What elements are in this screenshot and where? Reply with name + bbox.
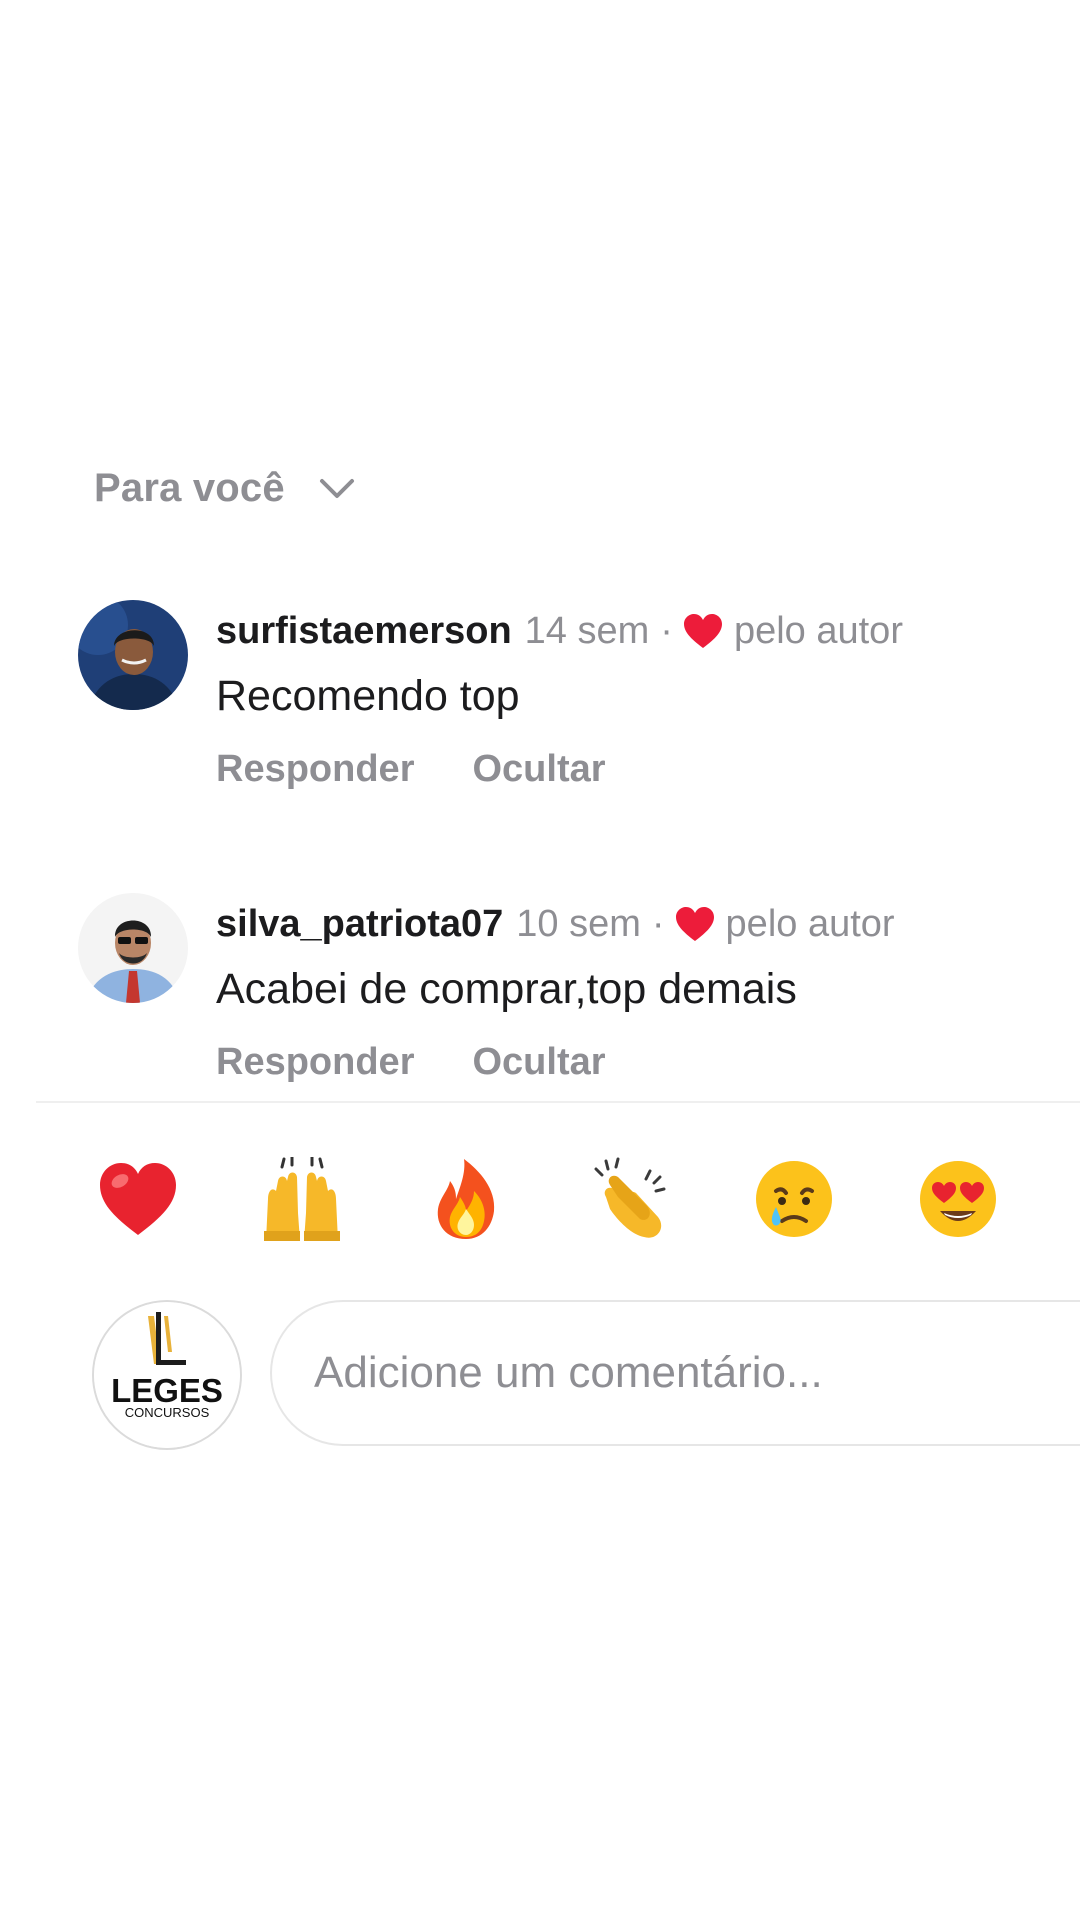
reply-button[interactable]: Responder [216,1041,414,1084]
comments-sheet: Para você surfistaemerson 14 sem · pelo … [0,0,1080,1920]
sort-label: Para você [94,466,285,510]
comment-meta: surfistaemerson 14 sem · pelo autor [216,608,903,654]
divider [36,1101,1080,1103]
comment-text: Acabei de comprar,top demais [216,965,797,1013]
comment-time: 10 sem [516,903,641,945]
comment-actions: Responder Ocultar [216,748,606,791]
chevron-down-icon [319,478,355,500]
comment-meta: silva_patriota07 10 sem · pelo autor [216,901,895,947]
liked-by-author-label: pelo autor [733,610,903,652]
heart-icon [674,905,716,943]
fire-emoji[interactable] [424,1157,508,1241]
comment-item: silva_patriota07 10 sem · pelo autor Aca… [78,893,1038,1093]
comment-actions: Responder Ocultar [216,1041,606,1084]
emoji-reaction-bar [96,1157,1080,1247]
hide-button[interactable]: Ocultar [472,748,605,791]
comment-input[interactable] [270,1300,1080,1446]
meta-separator: · [660,610,673,652]
raising-hands-emoji[interactable] [260,1157,344,1241]
comment-username[interactable]: silva_patriota07 [216,901,503,947]
comment-item: surfistaemerson 14 sem · pelo autor Reco… [78,600,1038,800]
heart-eyes-emoji[interactable] [916,1157,1000,1241]
comment-time: 14 sem [524,610,650,652]
avatar[interactable] [78,893,188,1003]
clapping-hands-emoji[interactable] [588,1157,672,1241]
red-heart-emoji[interactable] [96,1157,180,1241]
crying-face-emoji[interactable] [752,1157,836,1241]
sort-dropdown[interactable]: Para você [94,466,355,511]
reply-button[interactable]: Responder [216,748,414,791]
liked-by-author-label: pelo autor [725,903,895,945]
avatar[interactable] [78,600,188,710]
brand-subtitle: CONCURSOS [125,1405,210,1420]
heart-icon [682,612,724,650]
current-user-avatar[interactable]: LEGES CONCURSOS [92,1300,242,1450]
comment-username[interactable]: surfistaemerson [216,608,512,654]
meta-separator: · [651,903,665,945]
brand-wordmark: LEGES [111,1372,223,1409]
comment-text: Recomendo top [216,672,520,720]
hide-button[interactable]: Ocultar [472,1041,605,1084]
